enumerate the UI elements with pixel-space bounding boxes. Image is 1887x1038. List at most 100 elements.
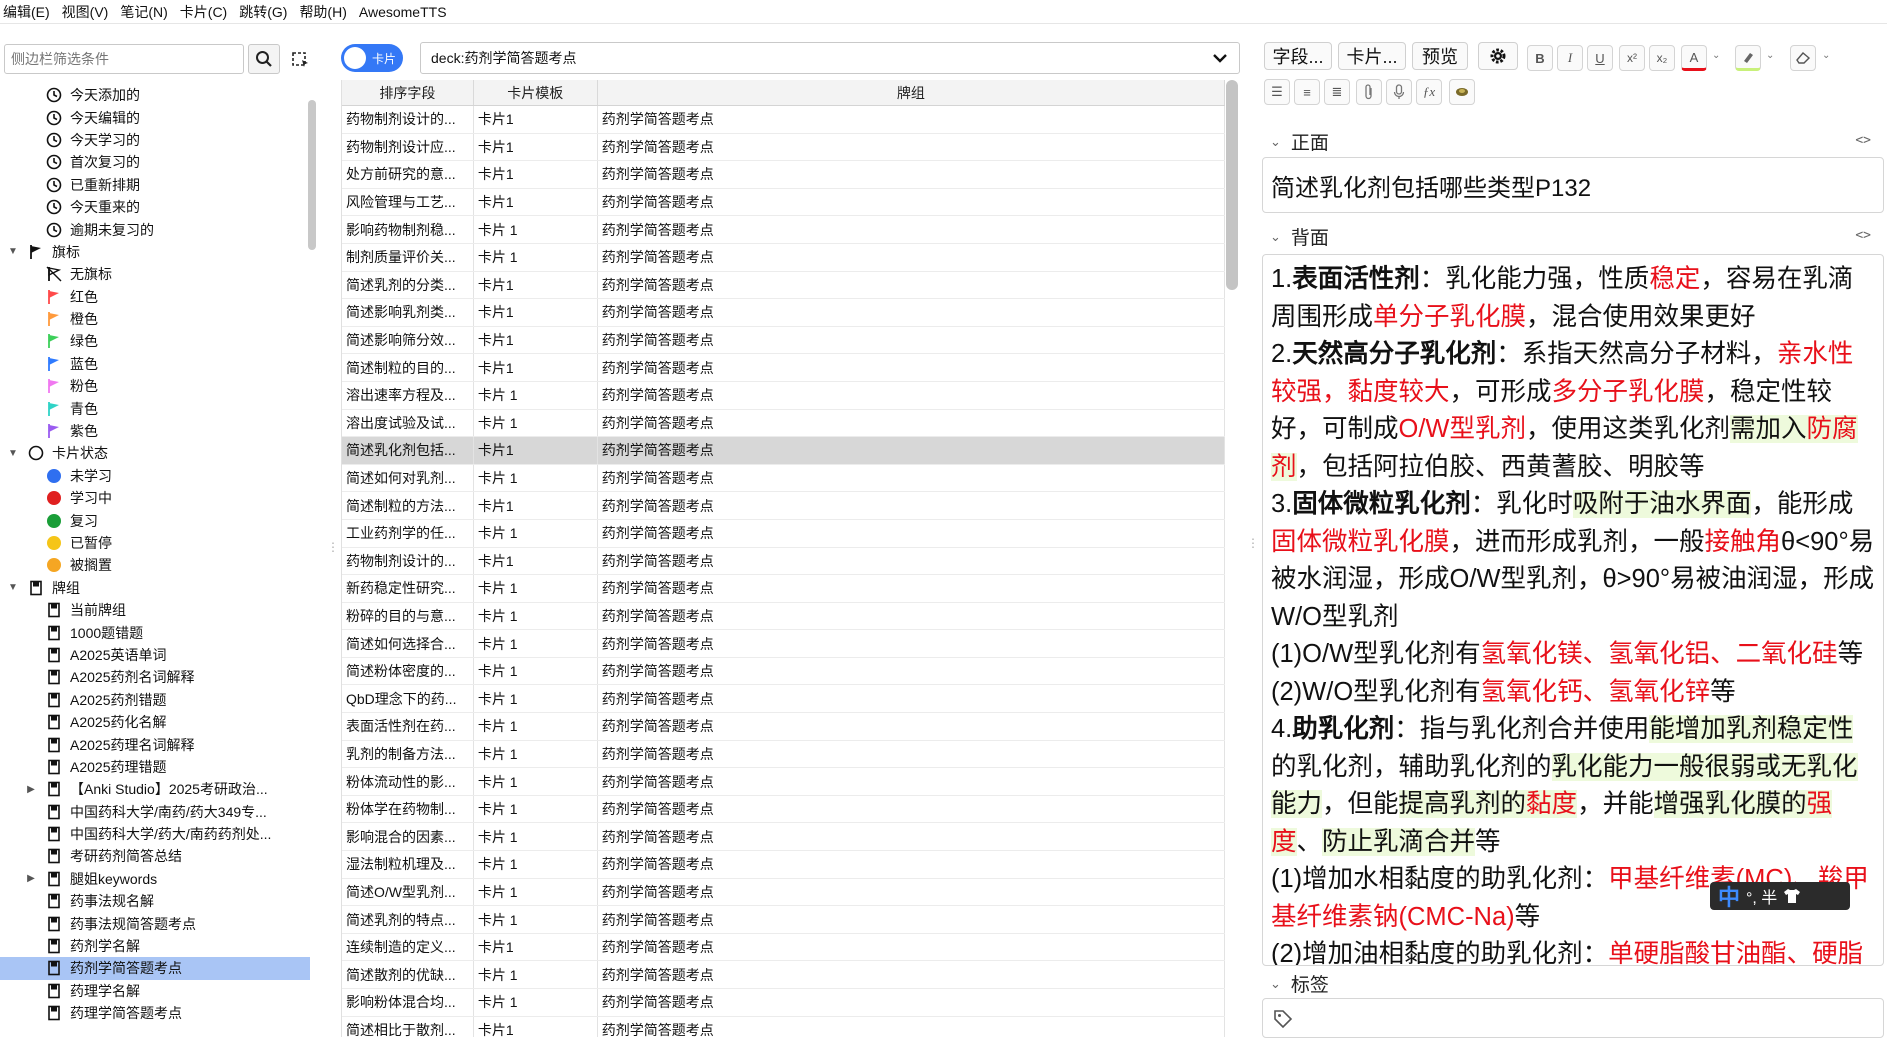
table-row[interactable]: 简述影响筛分效... 卡片1 药剂学简答题考点 (342, 326, 1225, 355)
chevron-down-icon[interactable]: ▼ (6, 446, 20, 460)
table-scrollbar[interactable] (1226, 80, 1238, 290)
html-editor-toggle-icon[interactable]: <> (1855, 228, 1871, 243)
table-row[interactable]: 湿法制粒机理及... 卡片 1 药剂学简答题考点 (342, 851, 1225, 879)
table-row[interactable]: 影响粉体混合均... 卡片 1 药剂学简答题考点 (342, 989, 1225, 1017)
table-row[interactable]: 影响药物制剂稳... 卡片 1 药剂学简答题考点 (342, 216, 1225, 244)
table-row[interactable]: 表面活性剂在药... 卡片 1 药剂学简答题考点 (342, 713, 1225, 741)
table-row[interactable]: 风险管理与工艺... 卡片1 药剂学简答题考点 (342, 188, 1225, 217)
chevron-down-icon[interactable]: ⌄ (1822, 50, 1830, 61)
bold-button[interactable]: B (1527, 45, 1553, 71)
menu-item[interactable]: 视图(V) (59, 2, 118, 22)
chevron-right-icon[interactable]: ▶ (24, 872, 38, 886)
sidebar-item-deck[interactable]: A2025药理错题 (0, 756, 310, 778)
sidebar-item-flag[interactable]: 粉色 (0, 375, 310, 397)
html-editor-toggle-icon[interactable]: <> (1855, 133, 1871, 148)
table-row[interactable]: 药物制剂设计应... 卡片1 药剂学简答题考点 (342, 133, 1225, 162)
table-row[interactable]: 乳剂的制备方法... 卡片 1 药剂学简答题考点 (342, 740, 1225, 769)
underline-button[interactable]: U (1587, 45, 1613, 71)
sidebar-item-card-state[interactable]: 复习 (0, 509, 310, 531)
table-row[interactable]: 药物制剂设计的... 卡片1 药剂学简答题考点 (342, 547, 1225, 576)
table-row[interactable]: QbD理念下的药... 卡片 1 药剂学简答题考点 (342, 685, 1225, 714)
sidebar-section-card-state[interactable]: ▼ 卡片状态 (0, 442, 310, 464)
bullet-list-button[interactable]: ☰ (1264, 79, 1290, 105)
text-color-button[interactable]: A (1681, 45, 1707, 71)
sidebar-item-deck[interactable]: A2025药剂错题 (0, 689, 310, 711)
sidebar-search-input[interactable] (4, 44, 244, 74)
chevron-down-icon[interactable]: ⌄ (1766, 50, 1774, 61)
sidebar-item-deck[interactable]: ▶ 【Anki Studio】2025考研政治... (0, 778, 310, 800)
table-row[interactable]: 连续制造的定义... 卡片1 药剂学简答题考点 (342, 933, 1225, 962)
back-field-input[interactable]: 1.表面活性剂：乳化能力强，性质稳定，容易在乳滴周围形成单分子乳化膜，混合使用效… (1262, 254, 1884, 966)
sidebar-item-flag[interactable]: 无旗标 (0, 263, 310, 285)
subscript-button[interactable]: x₂ (1649, 45, 1675, 71)
sidebar-item-card-state[interactable]: 被搁置 (0, 554, 310, 576)
sidebar-item-card-state[interactable]: 学习中 (0, 487, 310, 509)
front-field-label[interactable]: ⌄ 正面 (1270, 128, 1329, 155)
sidebar-item-deck[interactable]: 中国药科大学/南药/药大349专... (0, 801, 310, 823)
menu-item[interactable]: AwesomeTTS (356, 4, 456, 20)
table-row[interactable]: 影响混合的因素... 卡片 1 药剂学简答题考点 (342, 823, 1225, 852)
italic-button[interactable]: I (1557, 45, 1583, 71)
sidebar-item-deck[interactable]: A2025英语单词 (0, 644, 310, 666)
table-row[interactable]: 简述相比于散剂... 卡片1 药剂学简答题考点 (342, 1016, 1225, 1037)
table-row[interactable]: 处方前研究的意... 卡片1 药剂学简答题考点 (342, 161, 1225, 189)
align-button[interactable]: ≣ (1324, 79, 1350, 105)
column-header-sort-field[interactable]: 排序字段 (342, 80, 474, 105)
sidebar-item-deck[interactable]: 药事法规名解 (0, 890, 310, 912)
table-row[interactable]: 粉碎的目的与意... 卡片 1 药剂学简答题考点 (342, 602, 1225, 631)
tags-label[interactable]: ⌄ 标签 (1270, 970, 1329, 997)
sidebar-item-card-state[interactable]: 未学习 (0, 465, 310, 487)
chevron-down-icon[interactable]: ⌄ (1270, 134, 1281, 150)
sidebar-item-today[interactable]: 已重新排期 (0, 174, 310, 196)
table-row[interactable]: 制剂质量评价关... 卡片 1 药剂学简答题考点 (342, 243, 1225, 272)
tts-button[interactable] (1449, 79, 1475, 105)
sidebar-item-deck[interactable]: 当前牌组 (0, 599, 310, 621)
table-row[interactable]: 简述乳剂的分类... 卡片1 药剂学简答题考点 (342, 271, 1225, 300)
table-row[interactable]: 简述粉体密度的... 卡片 1 药剂学简答题考点 (342, 657, 1225, 686)
table-row[interactable]: 溶出速率方程及... 卡片 1 药剂学简答题考点 (342, 381, 1225, 410)
highlight-button[interactable] (1735, 45, 1761, 71)
sidebar-item-flag[interactable]: 橙色 (0, 308, 310, 330)
table-row[interactable]: 简述如何对乳剂... 卡片 1 药剂学简答题考点 (342, 464, 1225, 493)
preview-button[interactable]: 预览 (1412, 42, 1468, 70)
fields-button[interactable]: 字段... (1264, 42, 1332, 70)
browser-search-input[interactable]: deck:药剂学简答题考点 (420, 42, 1240, 74)
sidebar-item-deck[interactable]: A2025药化名解 (0, 711, 310, 733)
menu-item[interactable]: 笔记(N) (117, 2, 176, 22)
chevron-down-icon[interactable]: ▼ (6, 581, 20, 595)
ime-status-bar[interactable]: 中 °, 半 (1710, 882, 1850, 910)
table-row[interactable]: 工业药剂学的任... 卡片 1 药剂学简答题考点 (342, 519, 1225, 548)
search-dropdown-button[interactable] (1209, 47, 1231, 72)
sidebar-section-flags[interactable]: ▼ 旗标 (0, 241, 310, 263)
cards-notes-toggle[interactable]: 卡片 (341, 44, 403, 72)
sidebar-item-card-state[interactable]: 已暂停 (0, 532, 310, 554)
cards-button[interactable]: 卡片... (1338, 42, 1406, 70)
table-row[interactable]: 粉体流动性的影... 卡片 1 药剂学简答题考点 (342, 768, 1225, 796)
sidebar-item-today[interactable]: 首次复习的 (0, 151, 310, 173)
menu-item[interactable]: 跳转(G) (236, 2, 296, 22)
table-row[interactable]: 简述散剂的优缺... 卡片 1 药剂学简答题考点 (342, 961, 1225, 989)
column-header-deck[interactable]: 牌组 (598, 80, 1225, 105)
sidebar-item-today[interactable]: 今天添加的 (0, 84, 310, 106)
mathjax-button[interactable]: ƒx (1416, 79, 1442, 105)
chevron-right-icon[interactable]: ▶ (24, 782, 38, 796)
table-row[interactable]: 药物制剂设计的... 卡片1 药剂学简答题考点 (342, 106, 1225, 134)
select-tool-button[interactable] (286, 44, 314, 74)
record-audio-button[interactable] (1386, 79, 1412, 105)
sidebar-item-deck[interactable]: 药理学名解 (0, 980, 310, 1002)
sidebar-item-deck[interactable]: 药剂学名解 (0, 935, 310, 957)
sidebar-item-today[interactable]: 今天学习的 (0, 129, 310, 151)
table-row[interactable]: 简述制粒的目的... 卡片1 药剂学简答题考点 (342, 354, 1225, 382)
tags-input[interactable] (1262, 998, 1884, 1038)
options-button[interactable] (1478, 42, 1518, 70)
sidebar-item-today[interactable]: 逾期未复习的 (0, 218, 310, 240)
sidebar-item-flag[interactable]: 青色 (0, 397, 310, 419)
table-row[interactable]: 简述影响乳剂类... 卡片1 药剂学简答题考点 (342, 299, 1225, 327)
splitter-handle[interactable]: ⋮ (1247, 536, 1259, 550)
eraser-button[interactable] (1790, 45, 1816, 71)
table-row[interactable]: 简述O/W型乳剂... 卡片 1 药剂学简答题考点 (342, 878, 1225, 907)
superscript-button[interactable]: x² (1619, 45, 1645, 71)
sidebar-item-deck[interactable]: A2025药剂名词解释 (0, 666, 310, 688)
sidebar-item-deck[interactable]: A2025药理名词解释 (0, 733, 310, 755)
chevron-down-icon[interactable]: ⌄ (1270, 229, 1281, 245)
